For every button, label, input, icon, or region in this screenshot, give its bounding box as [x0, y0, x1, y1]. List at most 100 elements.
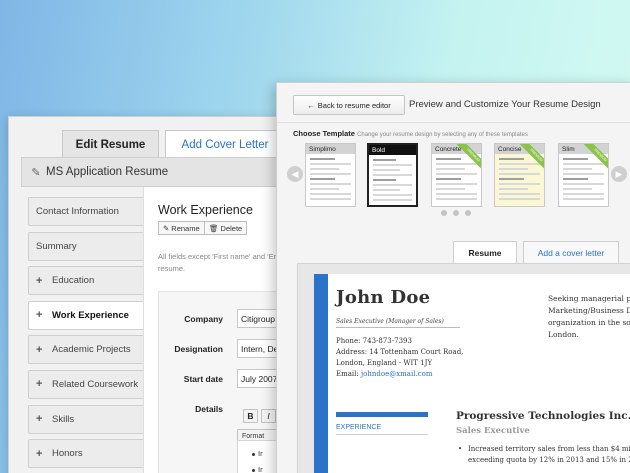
move-handle-icon[interactable]: +	[36, 378, 44, 390]
bold-button[interactable]: B	[243, 409, 258, 423]
experience-heading: EXPERIENCE	[336, 424, 382, 431]
template-name: Bold	[369, 145, 416, 155]
resume-summary: Seeking managerial pos Marketing/Busines…	[548, 293, 630, 341]
section-work-experience[interactable]: + Work Experience	[28, 300, 150, 330]
section-label: Honors	[52, 448, 83, 460]
section-skills[interactable]: + Skills	[28, 404, 146, 434]
resume-bullet: Increased territory sales from less than…	[458, 444, 630, 465]
carousel-next-button[interactable]: ▶	[611, 166, 627, 182]
bullet-line: Increased territory sales from less than…	[468, 445, 630, 453]
tab-add-cover-letter[interactable]: Add Cover Letter	[165, 130, 285, 158]
resume-email-row: Email: johndoe@xmail.com	[336, 369, 463, 380]
summary-line: Marketing/Business Dev	[548, 306, 630, 315]
details-bullet: Ir	[258, 449, 263, 458]
section-contact-information[interactable]: Contact Information	[28, 197, 146, 226]
move-handle-icon[interactable]: +	[36, 344, 44, 356]
template-thumbnail	[499, 158, 540, 203]
carousel-pagination	[441, 210, 471, 216]
section-label: Work Experience	[52, 309, 129, 321]
section-label: Skills	[52, 413, 75, 425]
pencil-icon: ✎	[163, 223, 170, 233]
summary-line: London.	[548, 330, 579, 339]
start-date-label: Start date	[183, 374, 223, 384]
choose-template-heading: Choose Template Change your resume desig…	[293, 129, 528, 138]
move-handle-icon[interactable]: +	[36, 309, 44, 321]
details-bullet: Ir	[258, 465, 263, 473]
company-label: Company	[184, 314, 223, 324]
resume-role: Sales Executive (Manager of Sales)	[336, 318, 460, 328]
preview-window: ← Back to resume editor Preview and Cust…	[276, 82, 630, 473]
template-thumbnail	[310, 158, 351, 203]
section-summary[interactable]: Summary	[28, 231, 146, 261]
designation-label: Designation	[174, 344, 223, 354]
details-label: Details	[195, 404, 223, 414]
trash-icon: 🗑	[209, 223, 219, 233]
tab-resume[interactable]: Resume	[453, 241, 517, 263]
resume-document: John Doe Sales Executive (Manager of Sal…	[314, 274, 630, 473]
experience-divider	[336, 434, 428, 435]
resume-job-title: Sales Executive	[456, 426, 530, 436]
pagination-dot[interactable]	[453, 210, 459, 216]
template-concrete[interactable]: Concrete PREMIUM	[431, 143, 482, 207]
chevron-right-icon: ▶	[615, 168, 623, 179]
delete-button[interactable]: 🗑 Delete	[204, 221, 248, 235]
pencil-icon[interactable]: ✎	[26, 166, 46, 179]
preview-header: ← Back to resume editor Preview and Cust…	[277, 83, 630, 123]
template-slim[interactable]: Slim PREMIUM	[558, 143, 609, 207]
experience-accent-bar	[336, 412, 428, 417]
section-label: Related Coursework	[52, 378, 139, 390]
bullet-icon	[252, 469, 255, 472]
tab-edit-resume[interactable]: Edit Resume	[62, 130, 159, 158]
choose-template-label: Choose Template	[293, 129, 355, 138]
template-thumbnail	[563, 158, 604, 203]
italic-button[interactable]: I	[261, 409, 276, 423]
template-simplimo[interactable]: Simplimo	[305, 143, 356, 207]
section-title: Work Experience	[158, 203, 253, 217]
move-handle-icon[interactable]: +	[36, 448, 44, 460]
resume-name: John Doe	[336, 287, 431, 308]
rename-label: Rename	[171, 223, 200, 233]
section-honors[interactable]: + Honors	[28, 439, 146, 469]
section-academic-projects[interactable]: + Academic Projects	[28, 335, 146, 365]
move-handle-icon[interactable]: +	[36, 413, 44, 425]
document-title: MS Application Resume	[46, 166, 169, 178]
template-thumbnail	[436, 158, 477, 203]
resume-contact: Phone: 743-873-7393 Address: 14 Tottenha…	[336, 336, 463, 380]
bullet-icon	[252, 453, 255, 456]
template-name: Simplimo	[306, 144, 355, 154]
template-concise[interactable]: Concise PREMIUM	[494, 143, 545, 207]
section-education[interactable]: + Education	[28, 266, 146, 296]
summary-line: organization in the soft	[548, 318, 630, 327]
choose-template-hint: Change your resume design by selecting a…	[357, 132, 528, 138]
resume-email-label: Email:	[336, 370, 361, 378]
preview-title: Preview and Customize Your Resume Design	[409, 99, 601, 110]
arrow-left-icon: ←	[307, 100, 315, 110]
resume-email-link[interactable]: johndoe@xmail.com	[361, 370, 432, 378]
tab-add-cover-letter[interactable]: Add a cover letter	[523, 241, 619, 263]
section-label: Academic Projects	[52, 344, 131, 356]
pagination-dot[interactable]	[465, 210, 471, 216]
carousel-prev-button[interactable]: ◀	[287, 166, 303, 182]
section-list: Contact Information Summary + Education …	[28, 197, 150, 473]
editor-tab-bar: Edit Resume Add Cover Letter	[9, 117, 307, 158]
chevron-left-icon: ◀	[291, 168, 299, 179]
template-bold[interactable]: Bold	[367, 143, 418, 207]
section-related-coursework[interactable]: + Related Coursework	[28, 369, 146, 399]
bullet-line: exceeding quota by 12% in 2013 and 15% i…	[468, 455, 630, 464]
move-handle-icon[interactable]: +	[36, 275, 44, 287]
back-to-editor-button[interactable]: ← Back to resume editor	[293, 95, 405, 115]
resume-company: Progressive Technologies Inc.	[456, 410, 630, 422]
back-label: Back to resume editor	[317, 100, 391, 110]
resume-preview-area: John Doe Sales Executive (Manager of Sal…	[297, 263, 630, 473]
resume-address-line: Address: 14 Tottenham Court Road,	[336, 348, 464, 356]
template-thumbnail	[373, 159, 412, 204]
resume-phone: Phone: 743-873-7393	[336, 337, 412, 345]
document-title-bar[interactable]: ✎ MS Application Resume	[21, 157, 309, 187]
rename-button[interactable]: ✎ Rename	[158, 221, 205, 235]
section-label: Contact Information	[36, 206, 119, 217]
resume-address-line: London, England - WIT 1JY	[336, 359, 433, 367]
section-label: Summary	[36, 240, 77, 252]
summary-line: Seeking managerial pos	[548, 294, 630, 303]
section-label: Education	[52, 275, 95, 287]
pagination-dot[interactable]	[441, 210, 447, 216]
